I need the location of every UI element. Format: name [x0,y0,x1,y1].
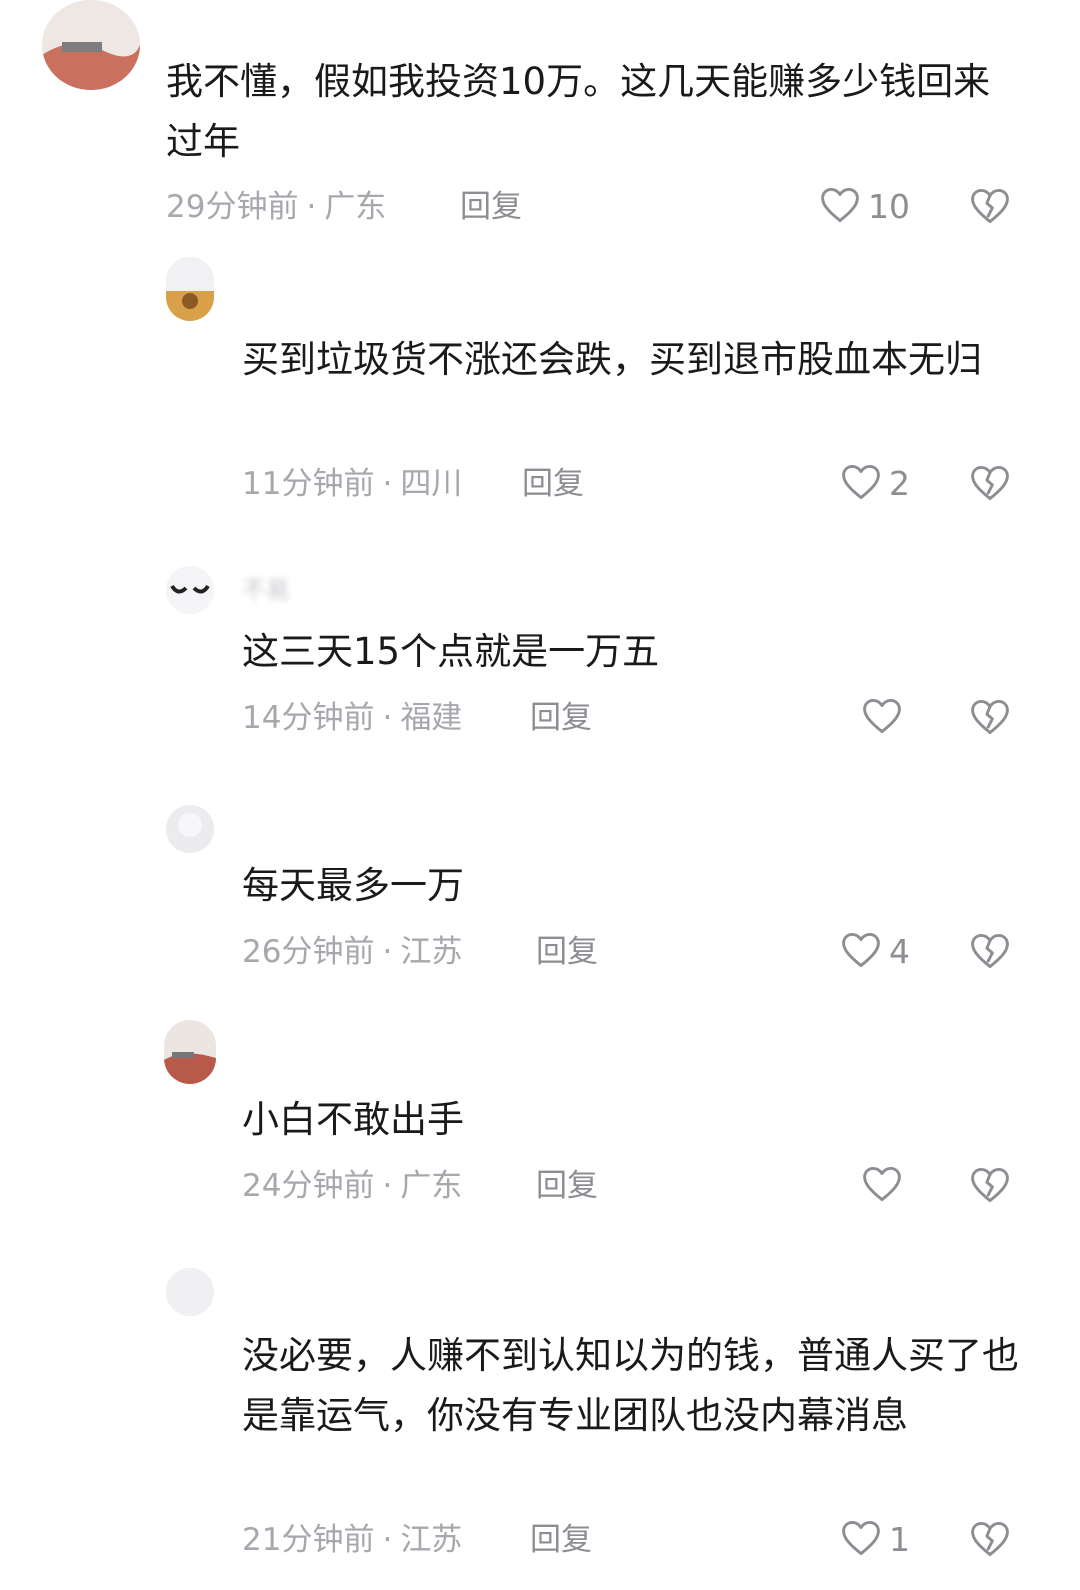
timestamp: 26分钟前 [242,934,375,970]
like-count: 2 [889,464,910,503]
timestamp: 11分钟前 [242,466,375,502]
heart-icon [860,1162,904,1210]
broken-heart-icon [968,699,1012,743]
comment-meta: 24分钟前 · 广东 [242,1166,462,1206]
comment-meta: 14分钟前 · 福建 [242,698,462,738]
separator: · [382,700,393,736]
username[interactable]: 不易 [242,578,290,602]
reply-button[interactable]: 回复 [536,932,598,972]
broken-heart-icon [968,1167,1012,1211]
separator: · [382,1168,393,1204]
separator: · [382,934,393,970]
avatar[interactable] [166,805,214,853]
reply-button[interactable]: 回复 [536,1166,598,1206]
avatar[interactable] [166,257,214,321]
broken-heart-icon [968,933,1012,977]
location: 江苏 [400,934,463,970]
comment-text: 买到垃圾货不涨还会跌，买到退市股血本无归 [242,338,982,381]
reply-button[interactable]: 回复 [460,187,522,227]
like-count: 4 [889,932,910,971]
like-button[interactable] [790,695,910,741]
heart-icon [839,460,883,508]
location: 福建 [400,700,463,736]
comment-text: 我不懂，假如我投资10万。这几天能赚多少钱回来过年 [166,60,991,163]
dislike-button[interactable] [968,1517,1012,1561]
location: 四川 [400,466,463,502]
comment-text: 小白不敢出手 [242,1098,464,1141]
dislike-button[interactable] [968,929,1012,973]
separator: · [382,1522,393,1558]
like-button[interactable]: 2 [790,461,910,507]
comment-meta: 11分钟前 · 四川 [242,464,462,504]
reply-button[interactable]: 回复 [530,698,592,738]
avatar[interactable] [42,0,140,90]
heart-icon [839,1516,883,1564]
like-count: 1 [889,1520,910,1559]
timestamp: 21分钟前 [242,1522,375,1558]
comment-text: 这三天15个点就是一万五 [242,630,660,673]
comment-meta: 21分钟前 · 江苏 [242,1520,462,1560]
broken-heart-icon [968,188,1012,232]
comment-meta: 26分钟前 · 江苏 [242,932,462,972]
dislike-button[interactable] [968,184,1012,228]
dislike-button[interactable] [968,695,1012,739]
timestamp: 14分钟前 [242,700,375,736]
location: 江苏 [400,1522,463,1558]
heart-icon [860,694,904,742]
like-button[interactable]: 4 [790,929,910,975]
avatar[interactable] [166,566,214,614]
location: 广东 [324,189,387,225]
avatar[interactable] [166,1268,214,1316]
location: 广东 [400,1168,463,1204]
like-count: 10 [868,187,910,226]
separator: · [306,189,317,225]
reply-button[interactable]: 回复 [522,464,584,504]
timestamp: 24分钟前 [242,1168,375,1204]
avatar[interactable] [164,1020,216,1084]
comment-text: 每天最多一万 [242,864,464,907]
like-button[interactable]: 10 [790,184,910,230]
reply-button[interactable]: 回复 [530,1520,592,1560]
dislike-button[interactable] [968,461,1012,505]
dislike-button[interactable] [968,1163,1012,1207]
heart-icon [818,183,862,231]
broken-heart-icon [968,1521,1012,1565]
like-button[interactable]: 1 [790,1517,910,1563]
like-button[interactable] [790,1163,910,1209]
timestamp: 29分钟前 [166,189,299,225]
heart-icon [839,928,883,976]
comment-meta: 29分钟前 · 广东 [166,187,386,227]
separator: · [382,466,393,502]
comment-text: 没必要，人赚不到认知以为的钱，普通人买了也是靠运气，你没有专业团队也没内幕消息 [242,1334,1019,1437]
broken-heart-icon [968,465,1012,509]
